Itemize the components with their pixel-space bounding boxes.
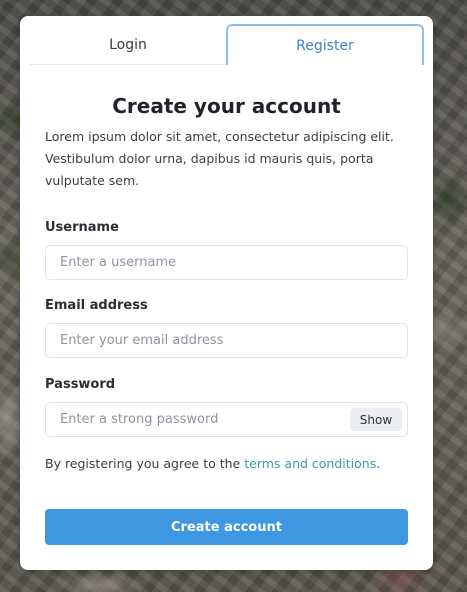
username-input[interactable] — [45, 245, 408, 280]
register-card: Login Register Create your account Lorem… — [20, 16, 433, 570]
tab-register[interactable]: Register — [226, 24, 424, 65]
terms-suffix: . — [376, 456, 381, 471]
auth-tabs: Login Register — [30, 24, 424, 65]
terms-prefix: By registering you agree to the — [45, 456, 241, 471]
terms-text: By registering you agree to the terms an… — [45, 455, 415, 473]
show-password-button[interactable]: Show — [350, 408, 402, 431]
create-account-button[interactable]: Create account — [45, 509, 408, 545]
page-title: Create your account — [112, 94, 341, 118]
email-input[interactable] — [45, 323, 408, 358]
username-label: Username — [45, 220, 119, 235]
password-label: Password — [45, 377, 116, 392]
tab-login[interactable]: Login — [30, 24, 226, 65]
email-label: Email address — [45, 298, 148, 313]
intro-text: Lorem ipsum dolor sit amet, consectetur … — [45, 129, 394, 188]
terms-link[interactable]: terms and conditions — [244, 456, 376, 471]
